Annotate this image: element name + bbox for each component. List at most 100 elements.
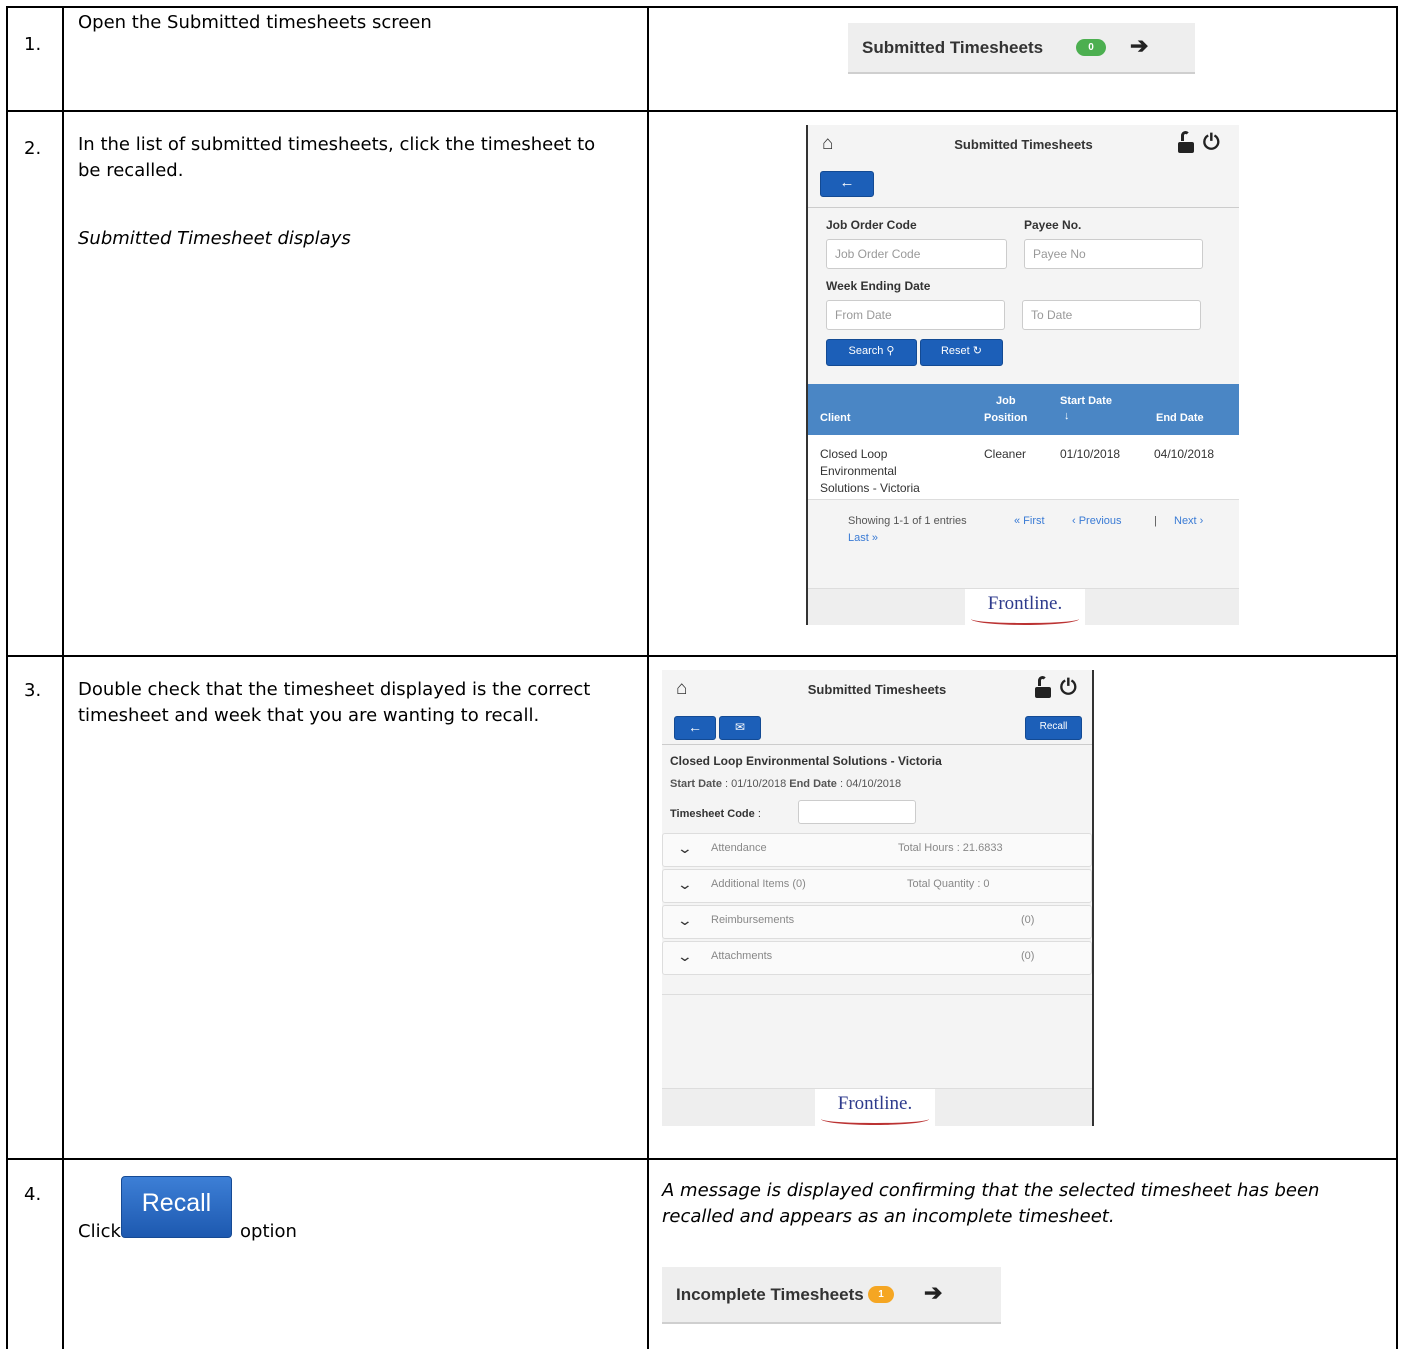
submitted-timesheets-screen: ⌂ Submitted Timesheets ⏻ ← Job Order Cod… [806,125,1239,625]
col-job-2[interactable]: Position [984,412,1027,424]
search-icon: ⚲ [886,345,895,357]
pager-separator: | [1154,515,1157,527]
submitted-count-badge: 0 [1076,39,1106,56]
end-date-value: : 04/10/2018 [836,778,902,790]
cell-client-line1: Closed Loop [820,447,888,461]
back-arrow-icon: ← [688,719,702,735]
incomplete-timesheets-label: Incomplete Timesheets [676,1285,864,1304]
section-attendance[interactable]: ⌄ Attendance Total Hours : 21.6833 [662,833,1092,867]
section-summary: Total Quantity : 0 [907,878,990,890]
job-order-label: Job Order Code [826,218,917,232]
submitted-timesheets-label: Submitted Timesheets [862,38,1044,57]
screen3-title: Submitted Timesheets [807,682,947,697]
frontline-logo: Frontline. [815,1089,935,1126]
screen2-title: Submitted Timesheets [954,137,1093,152]
row2-instruction: In the list of submitted timesheets, cli… [78,134,596,181]
row4-click-text: Click [78,1221,121,1242]
search-button-label: Search [848,345,884,357]
chevron-down-icon: ⌄ [676,876,694,892]
row1-number: 1. [24,34,42,55]
section-label: Attendance [711,842,767,854]
submitted-timesheets-pill[interactable]: Submitted Timesheets 0 ➔ [848,23,1195,74]
row4-number: 4. [24,1184,42,1205]
email-button[interactable]: ✉ [719,716,761,740]
unlock-icon[interactable] [1035,687,1051,698]
back-arrow-icon: ← [839,174,855,191]
payee-label: Payee No. [1024,218,1082,232]
date-range: Start Date : 01/10/2018 End Date : 04/10… [670,778,901,790]
timesheet-code-row: Timesheet Code : [670,808,761,820]
unlock-shackle [1181,131,1190,141]
col-client[interactable]: Client [820,412,851,424]
logo-text: Frontline. [837,1093,913,1114]
search-button[interactable]: Search ⚲ [826,339,917,366]
pager-next[interactable]: Next › [1174,515,1203,527]
section-additional-items[interactable]: ⌄ Additional Items (0) Total Quantity : … [662,869,1092,903]
row4-result: A message is displayed confirming that t… [662,1180,1320,1227]
recall-button-image[interactable]: Recall [121,1176,232,1238]
section-attachments[interactable]: ⌄ Attachments (0) [662,941,1092,975]
reset-button-label: Reset [940,345,970,357]
cell-start: 01/10/2018 [1060,447,1121,461]
start-date-value: : 01/10/2018 [721,778,790,790]
start-date-label: Start Date [670,778,722,790]
screen2-footer: Frontline. [808,588,1239,625]
recall-button[interactable]: Recall [1025,716,1082,740]
envelope-icon: ✉ [734,720,746,734]
incomplete-timesheets-pill[interactable]: Incomplete Timesheets 1 ➔ [662,1267,1001,1324]
incomplete-count-badge: 1 [868,1286,894,1303]
row1-instruction: Open the Submitted timesheets screen [78,12,432,33]
section-label: Attachments [711,950,773,962]
week-ending-label: Week Ending Date [826,279,931,293]
frontline-logo: Frontline. [965,589,1085,625]
back-button[interactable]: ← [674,716,716,740]
from-date-input[interactable]: From Date [826,300,1005,330]
timesheet-code-label: Timesheet Code [670,808,755,820]
cell-end: 04/10/2018 [1154,447,1215,461]
row2-number: 2. [24,138,42,159]
section-summary: Total Hours : 21.6833 [898,842,1003,854]
screen3-topbar: ⌂ Submitted Timesheets ⏻ [662,670,1092,710]
row2-note: Submitted Timesheet displays [78,228,351,249]
screen2-topbar: ⌂ Submitted Timesheets ⏻ [808,125,1239,165]
refresh-icon: ↻ [972,345,983,357]
table-row[interactable]: Closed Loop Environmental Solutions - Vi… [808,435,1239,499]
back-button[interactable]: ← [820,171,874,197]
arrow-right-icon: ➔ [1130,33,1149,58]
row3-instruction: Double check that the timesheet displaye… [78,679,591,726]
timesheet-code-sep: : [754,808,761,820]
power-icon[interactable]: ⏻ [1203,131,1220,155]
chevron-down-icon: ⌄ [676,948,694,964]
col-job-1[interactable]: Job [996,395,1016,407]
job-order-input[interactable]: Job Order Code [826,239,1007,269]
pagination-summary: Showing 1-1 of 1 entries [848,515,967,527]
col-start-date[interactable]: Start Date [1060,395,1112,407]
timesheet-code-input[interactable] [798,800,916,824]
screen3-footer: Frontline. [662,1088,1092,1126]
section-label: Additional Items (0) [711,878,806,890]
cell-client-line3: Solutions - Victoria [820,481,920,495]
row4-option-text: option [240,1221,297,1242]
cell-client-line2: Environmental [820,464,897,478]
timesheet-detail-screen: ⌂ Submitted Timesheets ⏻ ← ✉ Recall Clos… [662,670,1094,1126]
row3-number: 3. [24,680,42,701]
unlock-shackle [1038,676,1047,686]
section-reimbursements[interactable]: ⌄ Reimbursements (0) [662,905,1092,939]
arrow-right-icon: ➔ [924,1280,943,1305]
section-label: Reimbursements [711,914,795,926]
client-name: Closed Loop Environmental Solutions - Vi… [670,754,942,768]
payee-input[interactable]: Payee No [1024,239,1203,269]
pager-first[interactable]: « First [1014,515,1045,527]
reset-button[interactable]: Reset ↻ [920,339,1003,366]
results-table-header: Client Job Position Start Date ↓ End Dat… [808,384,1239,435]
end-date-label: End Date [789,778,837,790]
pager-last[interactable]: Last » [848,532,878,544]
pager-previous[interactable]: ‹ Previous [1072,515,1122,527]
col-end-date[interactable]: End Date [1156,412,1204,424]
to-date-input[interactable]: To Date [1022,300,1201,330]
logo-text: Frontline. [987,593,1063,614]
section-summary: (0) [1021,950,1035,962]
chevron-down-icon: ⌄ [676,840,694,856]
power-icon[interactable]: ⏻ [1060,676,1077,700]
unlock-icon[interactable] [1178,142,1194,153]
